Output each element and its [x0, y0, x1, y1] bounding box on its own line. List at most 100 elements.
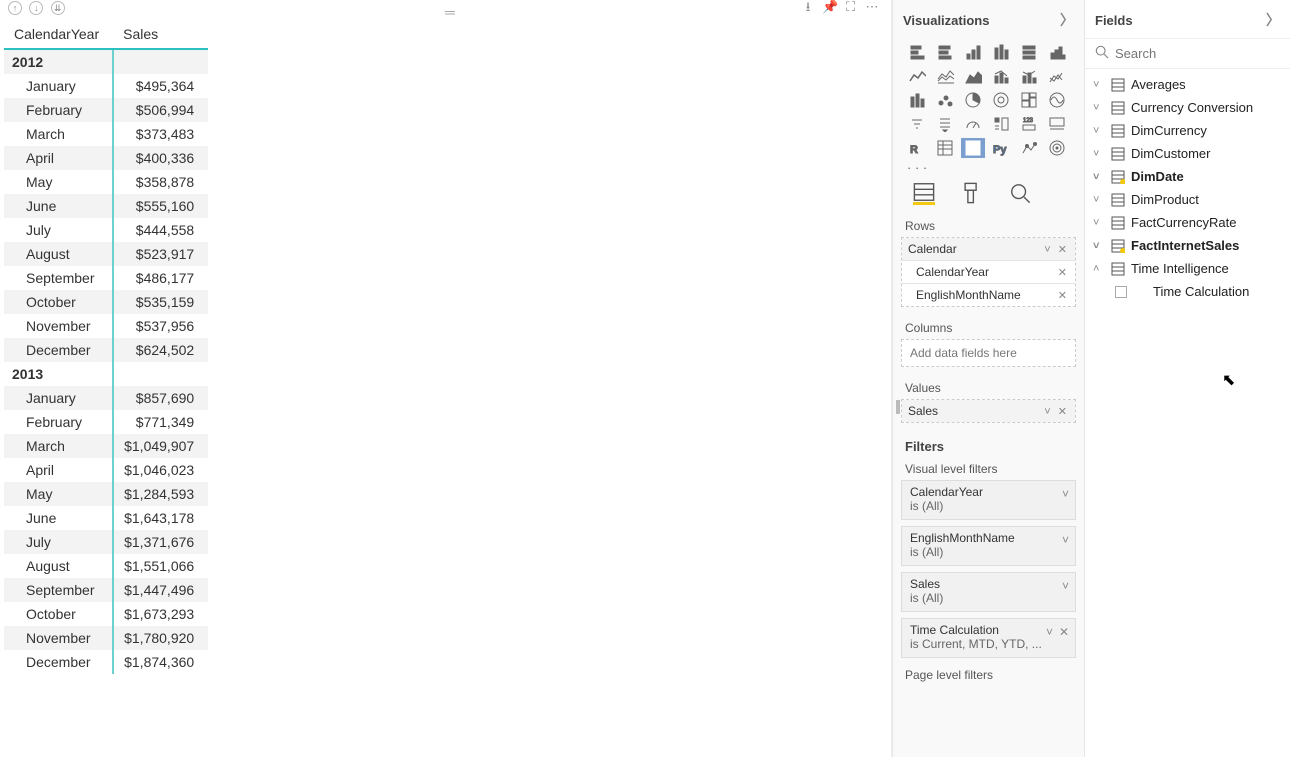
table-row[interactable]: October: [4, 290, 113, 314]
year-row[interactable]: 2012: [4, 49, 113, 74]
filter-card[interactable]: EnglishMonthNameis (All)˅: [901, 526, 1076, 566]
viz-clustered-bar-h-icon[interactable]: [933, 42, 957, 62]
year-row[interactable]: 2013: [4, 362, 113, 386]
table-cell[interactable]: $495,364: [113, 74, 208, 98]
chevron-icon[interactable]: ˄: [1093, 263, 1105, 275]
table-cell[interactable]: $506,994: [113, 98, 208, 122]
viz-clustered-column-icon[interactable]: [961, 42, 985, 62]
table-row[interactable]: September: [4, 266, 113, 290]
drillup-icon[interactable]: ↑: [8, 1, 22, 15]
viz-funnel-icon[interactable]: [905, 114, 929, 134]
table-row[interactable]: November: [4, 626, 113, 650]
chevron-icon[interactable]: ˅: [1093, 171, 1105, 183]
table-row[interactable]: February: [4, 98, 113, 122]
chevron-icon[interactable]: ˅: [1093, 217, 1105, 229]
checkbox[interactable]: [1115, 286, 1127, 298]
collapse-visualizations-icon[interactable]: 〉: [1060, 10, 1074, 30]
table-row[interactable]: March: [4, 122, 113, 146]
table-cell[interactable]: $771,349: [113, 410, 208, 434]
table-cell[interactable]: $1,673,293: [113, 602, 208, 626]
table-row[interactable]: August: [4, 554, 113, 578]
table-cell[interactable]: $1,874,360: [113, 650, 208, 674]
table-cell[interactable]: $1,046,023: [113, 458, 208, 482]
header-sales[interactable]: Sales: [113, 20, 208, 49]
search-input[interactable]: [1115, 46, 1290, 61]
table-row[interactable]: December: [4, 650, 113, 674]
fields-column-time-calculation[interactable]: Time Calculation: [1085, 280, 1290, 303]
more-icon[interactable]: ⋯: [865, 1, 879, 15]
table-cell[interactable]: $1,447,496: [113, 578, 208, 602]
viz-line-stacked-column-icon[interactable]: [1017, 66, 1041, 86]
table-row[interactable]: October: [4, 602, 113, 626]
chevron-down-icon[interactable]: ˅: [1046, 625, 1053, 639]
rows-group-ops[interactable]: ˅ ✕: [1044, 243, 1069, 256]
fields-tab[interactable]: [913, 181, 935, 205]
table-cell[interactable]: $1,049,907: [113, 434, 208, 458]
export-icon[interactable]: ⭳: [801, 1, 815, 15]
viz-scatter-icon[interactable]: [933, 90, 957, 110]
viz-line-icon[interactable]: [905, 66, 929, 86]
chevron-down-icon[interactable]: ˅: [1062, 533, 1069, 547]
table-row[interactable]: August: [4, 242, 113, 266]
fields-table-currency-conversion[interactable]: ˅Currency Conversion: [1085, 96, 1290, 119]
chevron-icon[interactable]: ˅: [1093, 194, 1105, 206]
analytics-tab[interactable]: [1009, 181, 1031, 205]
viz-waterfall-icon[interactable]: [905, 90, 929, 110]
table-row[interactable]: July: [4, 218, 113, 242]
viz-100-stacked-column-icon[interactable]: [1045, 42, 1069, 62]
table-row[interactable]: July: [4, 530, 113, 554]
table-cell[interactable]: $1,780,920: [113, 626, 208, 650]
viz-area-icon[interactable]: [933, 66, 957, 86]
filter-card[interactable]: CalendarYearis (All)˅: [901, 480, 1076, 520]
rows-well[interactable]: Calendar˅ ✕ CalendarYear✕ EnglishMonthNa…: [901, 237, 1076, 307]
rows-item-englishmonthname[interactable]: EnglishMonthName✕: [902, 284, 1075, 306]
table-cell[interactable]: $1,284,593: [113, 482, 208, 506]
values-sales-ops[interactable]: ˅ ✕: [1044, 405, 1069, 418]
format-tab[interactable]: [961, 181, 983, 205]
viz-pie-icon[interactable]: [961, 90, 985, 110]
chevron-icon[interactable]: ˅: [1093, 79, 1105, 91]
collapse-fields-icon[interactable]: 〉: [1266, 10, 1280, 30]
fields-table-dimcustomer[interactable]: ˅DimCustomer: [1085, 142, 1290, 165]
rows-item-calendaryear[interactable]: CalendarYear✕: [902, 261, 1075, 284]
pin-icon[interactable]: 📌: [822, 1, 836, 15]
viz-gauge-icon[interactable]: [961, 114, 985, 134]
remove-filter-icon[interactable]: ✕: [1059, 625, 1069, 639]
remove-calendaryear-icon[interactable]: ✕: [1058, 266, 1069, 279]
viz-slicer-icon[interactable]: [933, 114, 957, 134]
header-calendaryear[interactable]: CalendarYear: [4, 20, 113, 49]
viz-kpi-icon[interactable]: [1045, 114, 1069, 134]
table-cell[interactable]: $400,336: [113, 146, 208, 170]
viz-line-clustered-column-icon[interactable]: [989, 66, 1013, 86]
columns-well[interactable]: Add data fields here: [901, 339, 1076, 367]
fields-table-dimproduct[interactable]: ˅DimProduct: [1085, 188, 1290, 211]
values-item-sales[interactable]: Sales˅ ✕: [902, 400, 1075, 422]
viz-treemap-icon[interactable]: [1017, 90, 1041, 110]
filter-card[interactable]: Time Calculationis Current, MTD, YTD, ..…: [901, 618, 1076, 658]
table-cell[interactable]: $1,643,178: [113, 506, 208, 530]
table-cell[interactable]: $535,159: [113, 290, 208, 314]
viz-card-icon[interactable]: [989, 114, 1013, 134]
fields-table-time-intelligence[interactable]: ˄Time Intelligence: [1085, 257, 1290, 280]
viz-stacked-column-icon[interactable]: [989, 42, 1013, 62]
table-cell[interactable]: $1,371,676: [113, 530, 208, 554]
table-cell[interactable]: $1,551,066: [113, 554, 208, 578]
viz-map-icon[interactable]: [1045, 90, 1069, 110]
table-cell[interactable]: $444,558: [113, 218, 208, 242]
table-row[interactable]: April: [4, 146, 113, 170]
chevron-icon[interactable]: ˅: [1093, 240, 1105, 252]
viz-donut-icon[interactable]: [989, 90, 1013, 110]
table-cell[interactable]: $555,160: [113, 194, 208, 218]
matrix-visual[interactable]: CalendarYear Sales 2012January$495,364Fe…: [4, 20, 208, 674]
viz-key-influencers-icon[interactable]: [1017, 138, 1041, 158]
table-cell[interactable]: $373,483: [113, 122, 208, 146]
table-row[interactable]: June: [4, 506, 113, 530]
remove-englishmonthname-icon[interactable]: ✕: [1058, 289, 1069, 302]
focus-icon[interactable]: ⛶: [844, 1, 858, 15]
table-row[interactable]: February: [4, 410, 113, 434]
expand-icon[interactable]: ⇊: [51, 1, 65, 15]
drag-handle-icon[interactable]: ═: [445, 4, 455, 20]
fields-table-dimdate[interactable]: ˅DimDate: [1085, 165, 1290, 188]
fields-search[interactable]: [1085, 38, 1290, 69]
fields-table-dimcurrency[interactable]: ˅DimCurrency: [1085, 119, 1290, 142]
